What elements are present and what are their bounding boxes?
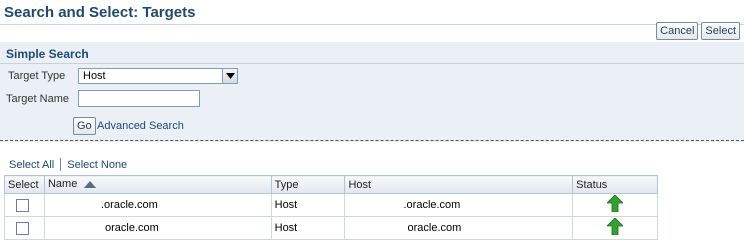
chevron-down-icon[interactable] [222, 69, 237, 83]
page-title: Search and Select: Targets [4, 4, 196, 21]
status-up-arrow-icon [606, 217, 625, 238]
row-host: oracle.com [344, 216, 574, 240]
table-row: .oracle.com Host .oracle.com [4, 193, 658, 217]
target-type-select[interactable]: Host [78, 68, 238, 84]
section-divider [0, 63, 744, 64]
target-type-value: Host [83, 70, 106, 82]
row-type: Host [270, 216, 346, 240]
table-header-row: Select Name Type Host Status [4, 175, 658, 194]
simple-search-panel: Simple Search Target Type Host Target Na… [0, 42, 744, 142]
row-host: .oracle.com [344, 193, 574, 217]
results-table: Select Name Type Host Status .oracle.com… [4, 175, 658, 240]
cancel-button[interactable]: Cancel [656, 22, 699, 40]
column-header-type: Type [270, 175, 346, 194]
target-name-input[interactable] [78, 90, 200, 107]
row-name: .oracle.com [43, 193, 272, 217]
sort-ascending-icon[interactable] [84, 179, 97, 191]
section-title: Simple Search [6, 47, 89, 61]
row-type: Host [270, 193, 346, 217]
row-checkbox[interactable] [16, 221, 29, 235]
action-buttons: Cancel Select [656, 22, 740, 40]
table-row: oracle.com Host oracle.com [4, 216, 658, 240]
row-name: oracle.com [43, 216, 272, 240]
dashed-divider [0, 140, 744, 141]
column-header-name-label: Name [47, 178, 78, 191]
column-header-host: Host [344, 175, 574, 194]
row-checkbox[interactable] [16, 198, 29, 212]
column-header-select: Select [4, 175, 45, 194]
column-header-status: Status [572, 175, 658, 194]
select-all-link[interactable]: Select All [9, 159, 54, 171]
selection-links: Select All Select None [9, 158, 127, 171]
target-type-label: Target Type [8, 70, 66, 82]
target-name-label: Target Name [6, 93, 69, 105]
go-button[interactable]: Go [73, 117, 96, 135]
column-header-name[interactable]: Name [43, 175, 272, 194]
status-up-arrow-icon [606, 194, 625, 215]
page-title-divider [0, 24, 744, 25]
select-none-link[interactable]: Select None [67, 159, 127, 171]
select-button[interactable]: Select [701, 22, 740, 40]
link-separator [60, 158, 62, 171]
advanced-search-link[interactable]: Advanced Search [97, 120, 184, 132]
